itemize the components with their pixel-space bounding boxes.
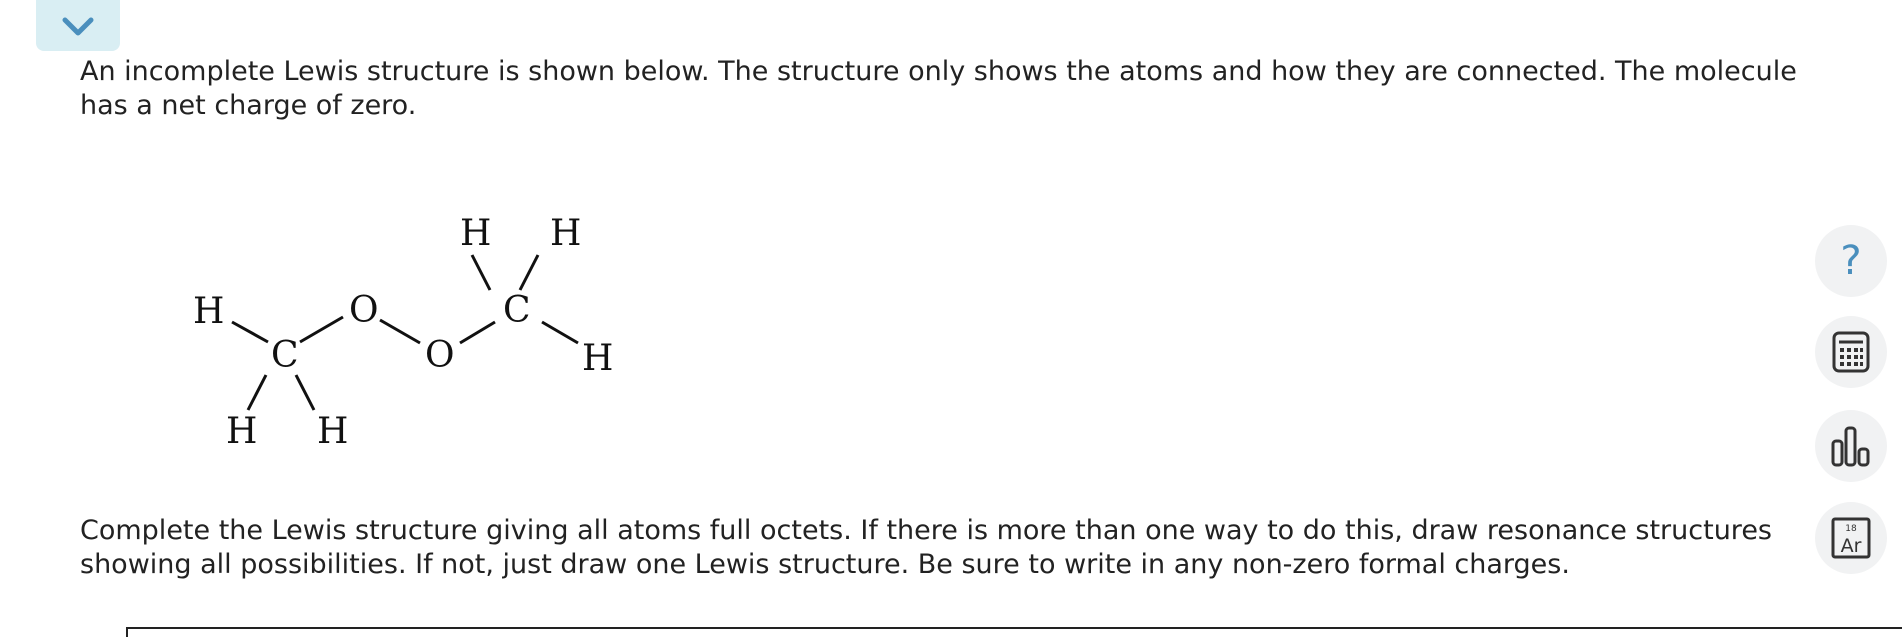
periodic-table-button[interactable]: 18 Ar (1815, 502, 1887, 574)
question-intro: An incomplete Lewis structure is shown b… (80, 56, 1797, 121)
atom-h-top-left: H (460, 213, 491, 254)
atom-c-right: C (503, 290, 531, 331)
atom-h-bottom-left: H (226, 411, 257, 452)
chevron-down-icon (62, 17, 94, 35)
bond-cright-htopleft (470, 254, 492, 291)
bond-hleft-cleft (231, 320, 269, 344)
bond-cleft-hbottomright (294, 374, 316, 411)
bond-olower-cright (459, 320, 496, 345)
question-page: An incomplete Lewis structure is shown b… (0, 0, 1902, 637)
bar-chart-icon (1831, 426, 1870, 467)
atom-c-left: C (271, 335, 299, 376)
bond-cleft-oupper (299, 315, 344, 344)
atom-h-bottom-right: H (317, 411, 348, 452)
lewis-structure-diagram: H C H H O O C H H H (193, 213, 613, 452)
bond-cleft-hbottomleft (246, 374, 268, 411)
atom-h-top-right: H (550, 213, 581, 254)
question-mark-icon: ? (1840, 238, 1862, 284)
element-symbol: Ar (1841, 535, 1862, 557)
atom-o-upper: O (349, 290, 379, 331)
calculator-icon (1832, 331, 1870, 373)
data-button[interactable] (1815, 410, 1887, 482)
atom-h-left: H (193, 291, 224, 332)
atom-h-right: H (582, 338, 613, 379)
periodic-table-icon: 18 Ar (1831, 517, 1871, 559)
answer-drawing-area[interactable] (126, 627, 1902, 637)
bond-oupper-olower (379, 318, 421, 345)
bond-cright-hright (541, 320, 579, 345)
help-button[interactable]: ? (1815, 225, 1887, 297)
element-number: 18 (1845, 524, 1857, 534)
atom-o-lower: O (425, 335, 455, 376)
collapse-toggle[interactable] (36, 0, 120, 51)
bond-cright-htopright (518, 254, 540, 291)
question-instructions: Complete the Lewis structure giving all … (80, 515, 1772, 580)
calculator-button[interactable] (1815, 316, 1887, 388)
